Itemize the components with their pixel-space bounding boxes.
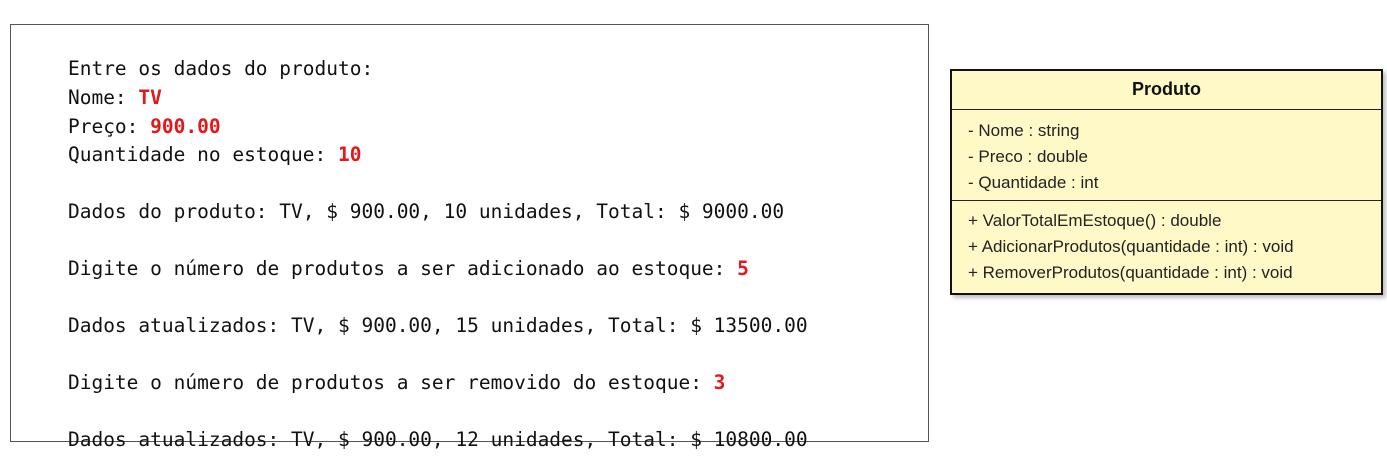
console-line-text: Dados atualizados: TV, $ 900.00, 12 unid… (67, 428, 808, 451)
uml-attribute-quantidade: - Quantidade : int (968, 173, 1099, 192)
console-line-text: Dados atualizados: TV, $ 900.00, 15 unid… (67, 314, 808, 337)
uml-class-produto: Produto - Nome : string - Preco : double… (950, 69, 1383, 295)
console-input-value: 3 (713, 371, 726, 394)
console-line-text: Dados do produto: TV, $ 900.00, 10 unida… (67, 200, 785, 223)
uml-divider-name (952, 109, 1381, 110)
uml-class-name: Produto (1132, 79, 1201, 99)
uml-method-remover: + RemoverProdutos(quantidade : int) : vo… (968, 263, 1293, 282)
console-input-value: 5 (737, 257, 749, 280)
console-line-text: Digite o número de produtos a ser removi… (67, 371, 714, 394)
console-line-text: Digite o número de produtos a ser adicio… (67, 257, 738, 280)
uml-divider-attributes (952, 200, 1381, 201)
console-line-text: Quantidade no estoque: (67, 143, 338, 166)
uml-method-valor-total: + ValorTotalEmEstoque() : double (968, 211, 1222, 230)
uml-attribute-preco: - Preco : double (968, 147, 1089, 166)
console-input-value: 10 (338, 143, 362, 166)
uml-method-adicionar: + AdicionarProdutos(quantidade : int) : … (968, 237, 1294, 256)
console-output: Entre os dados do produto: Nome: TV Preç… (10, 24, 929, 451)
console-line-dados-atualizados-2: Dados atualizados: TV, $ 900.00, 12 unid… (21, 404, 808, 467)
uml-attribute-nome: - Nome : string (968, 121, 1080, 140)
